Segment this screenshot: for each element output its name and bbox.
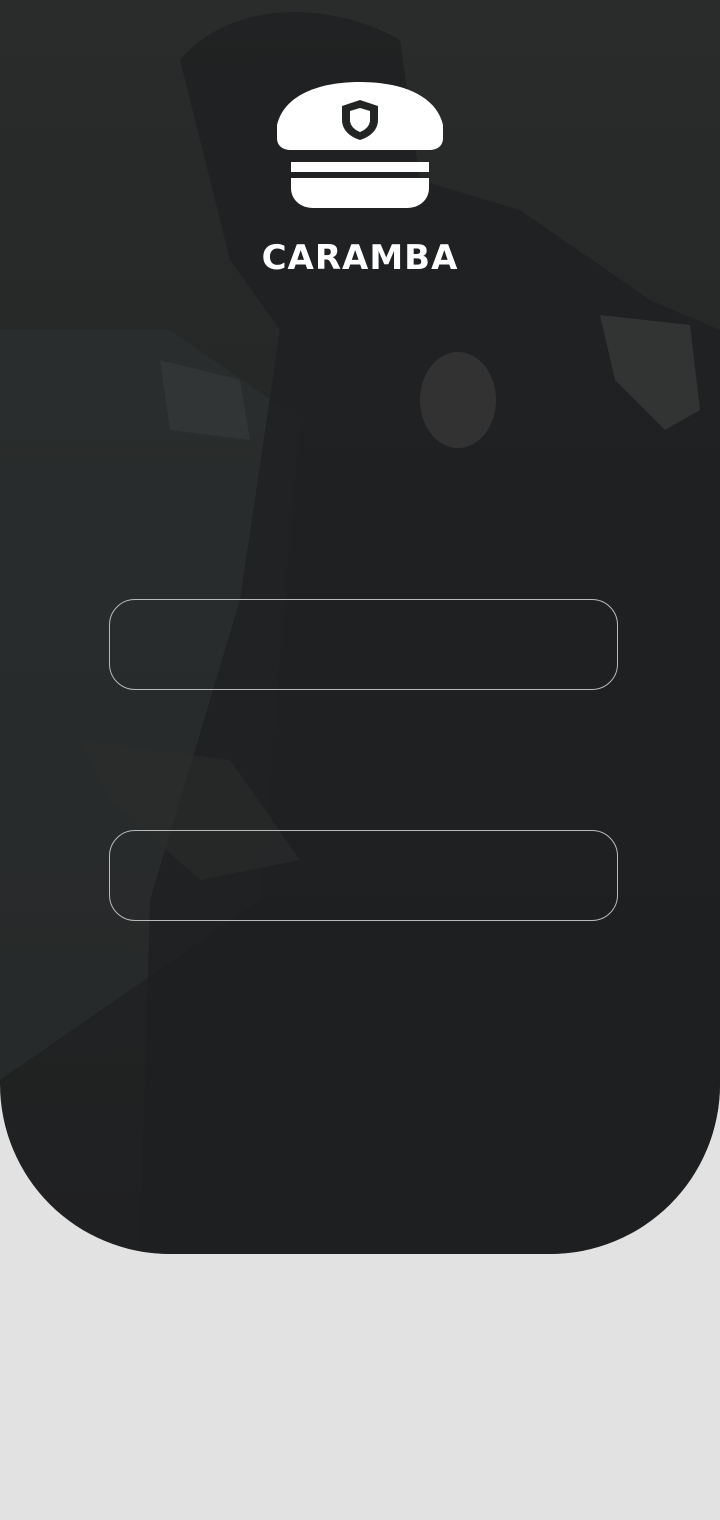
login-screen: CARAMBA	[0, 0, 720, 1520]
brand: CARAMBA	[0, 80, 720, 278]
police-cap-shield-icon	[277, 82, 443, 208]
password-input[interactable]	[109, 830, 618, 921]
login-input[interactable]	[109, 599, 618, 690]
brand-name: CARAMBA	[261, 238, 459, 278]
hero-panel: CARAMBA	[0, 0, 720, 1254]
